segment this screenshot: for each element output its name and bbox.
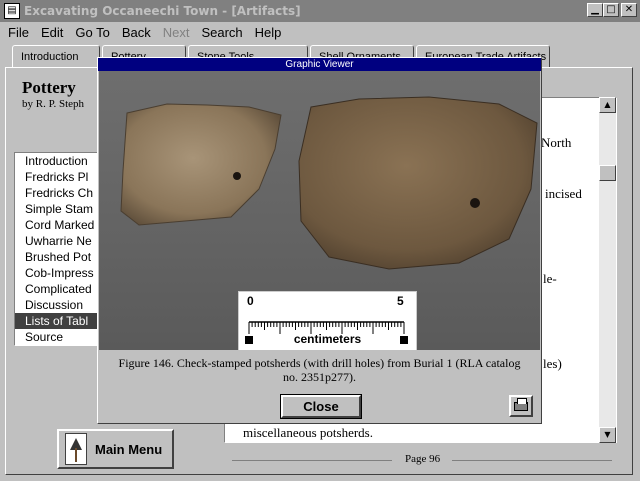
menu-edit[interactable]: Edit [41, 25, 63, 40]
scale-unit-label: centimeters [293, 332, 362, 346]
menu-bar: File Edit Go To Back Next Search Help [0, 22, 640, 42]
text-bottom-line: miscellaneous potsherds. [243, 425, 373, 440]
toc-item-complicated[interactable]: Complicated [15, 281, 101, 297]
printer-icon [514, 398, 528, 411]
toc-item-simple-stamped[interactable]: Simple Stam [15, 201, 101, 217]
menu-file[interactable]: File [8, 25, 29, 40]
toc-item-uwharrie[interactable]: Uwharrie Ne [15, 233, 101, 249]
toc-item-introduction[interactable]: Introduction [15, 153, 101, 169]
print-button[interactable] [509, 395, 533, 417]
toc-item-cord-marked[interactable]: Cord Marked [15, 217, 101, 233]
scroll-thumb[interactable] [599, 165, 616, 181]
text-fragment-le: le- [543, 271, 557, 286]
toc-item-fredricks-plain[interactable]: Fredricks Pl [15, 169, 101, 185]
menu-help[interactable]: Help [255, 25, 282, 40]
toc-item-fredricks-check[interactable]: Fredricks Ch [15, 185, 101, 201]
tab-introduction[interactable]: Introduction [12, 45, 100, 67]
byline: by R. P. Steph [22, 98, 85, 110]
text-fragment-les: les) [543, 356, 562, 371]
arrowhead-icon [65, 433, 87, 465]
caption-line-1: Figure 146. Check-stamped potsherds (wit… [118, 356, 521, 370]
artifact-photo: 0 5 centimeters [99, 71, 540, 350]
figure-caption: Figure 146. Check-stamped potsherds (wit… [98, 356, 541, 384]
title-bar: ▤ Excavating Occaneechi Town - [Artifact… [0, 0, 640, 22]
window-controls: ▁ □ ✕ [587, 3, 637, 17]
toc-list: Introduction Fredricks Pl Fredricks Ch S… [14, 152, 102, 346]
graphic-viewer-dialog: Graphic Viewer 0 5 centimeters Figure 14… [97, 57, 542, 424]
text-scrollbar[interactable]: ▲ ▼ [599, 97, 616, 443]
scale-bar: 0 5 centimeters [238, 291, 417, 350]
scroll-down-icon[interactable]: ▼ [599, 427, 616, 443]
scroll-up-icon[interactable]: ▲ [599, 97, 616, 113]
page-rule-right [452, 460, 612, 461]
book-icon[interactable]: ▤ [4, 3, 20, 19]
main-menu-label: Main Menu [95, 441, 163, 457]
menu-goto[interactable]: Go To [75, 25, 109, 40]
menu-back[interactable]: Back [122, 25, 151, 40]
toc-item-lists-of-tables[interactable]: Lists of Tabl [15, 313, 101, 329]
toc-item-cob-impressed[interactable]: Cob-Impress [15, 265, 101, 281]
toc-item-brushed[interactable]: Brushed Pot [15, 249, 101, 265]
close-button[interactable]: Close [280, 394, 362, 419]
caption-line-2: no. 2351p277). [283, 370, 356, 384]
close-window-button[interactable]: ✕ [621, 3, 637, 17]
toc-item-discussion[interactable]: Discussion [15, 297, 101, 313]
page-rule-left [232, 460, 392, 461]
viewer-title: Graphic Viewer [98, 58, 541, 71]
window-title: Excavating Occaneechi Town - [Artifacts] [24, 4, 301, 18]
main-menu-button[interactable]: Main Menu [57, 429, 174, 469]
maximize-button[interactable]: □ [603, 3, 619, 17]
text-fragment-north: North [541, 135, 572, 150]
menu-search[interactable]: Search [201, 25, 242, 40]
text-fragment-incised: incised [545, 186, 582, 201]
toc-item-source[interactable]: Source [15, 329, 101, 345]
menu-next[interactable]: Next [163, 25, 190, 40]
page-title: Pottery [22, 78, 76, 97]
page-number: Page 96 [405, 453, 441, 465]
minimize-button[interactable]: ▁ [587, 3, 603, 17]
